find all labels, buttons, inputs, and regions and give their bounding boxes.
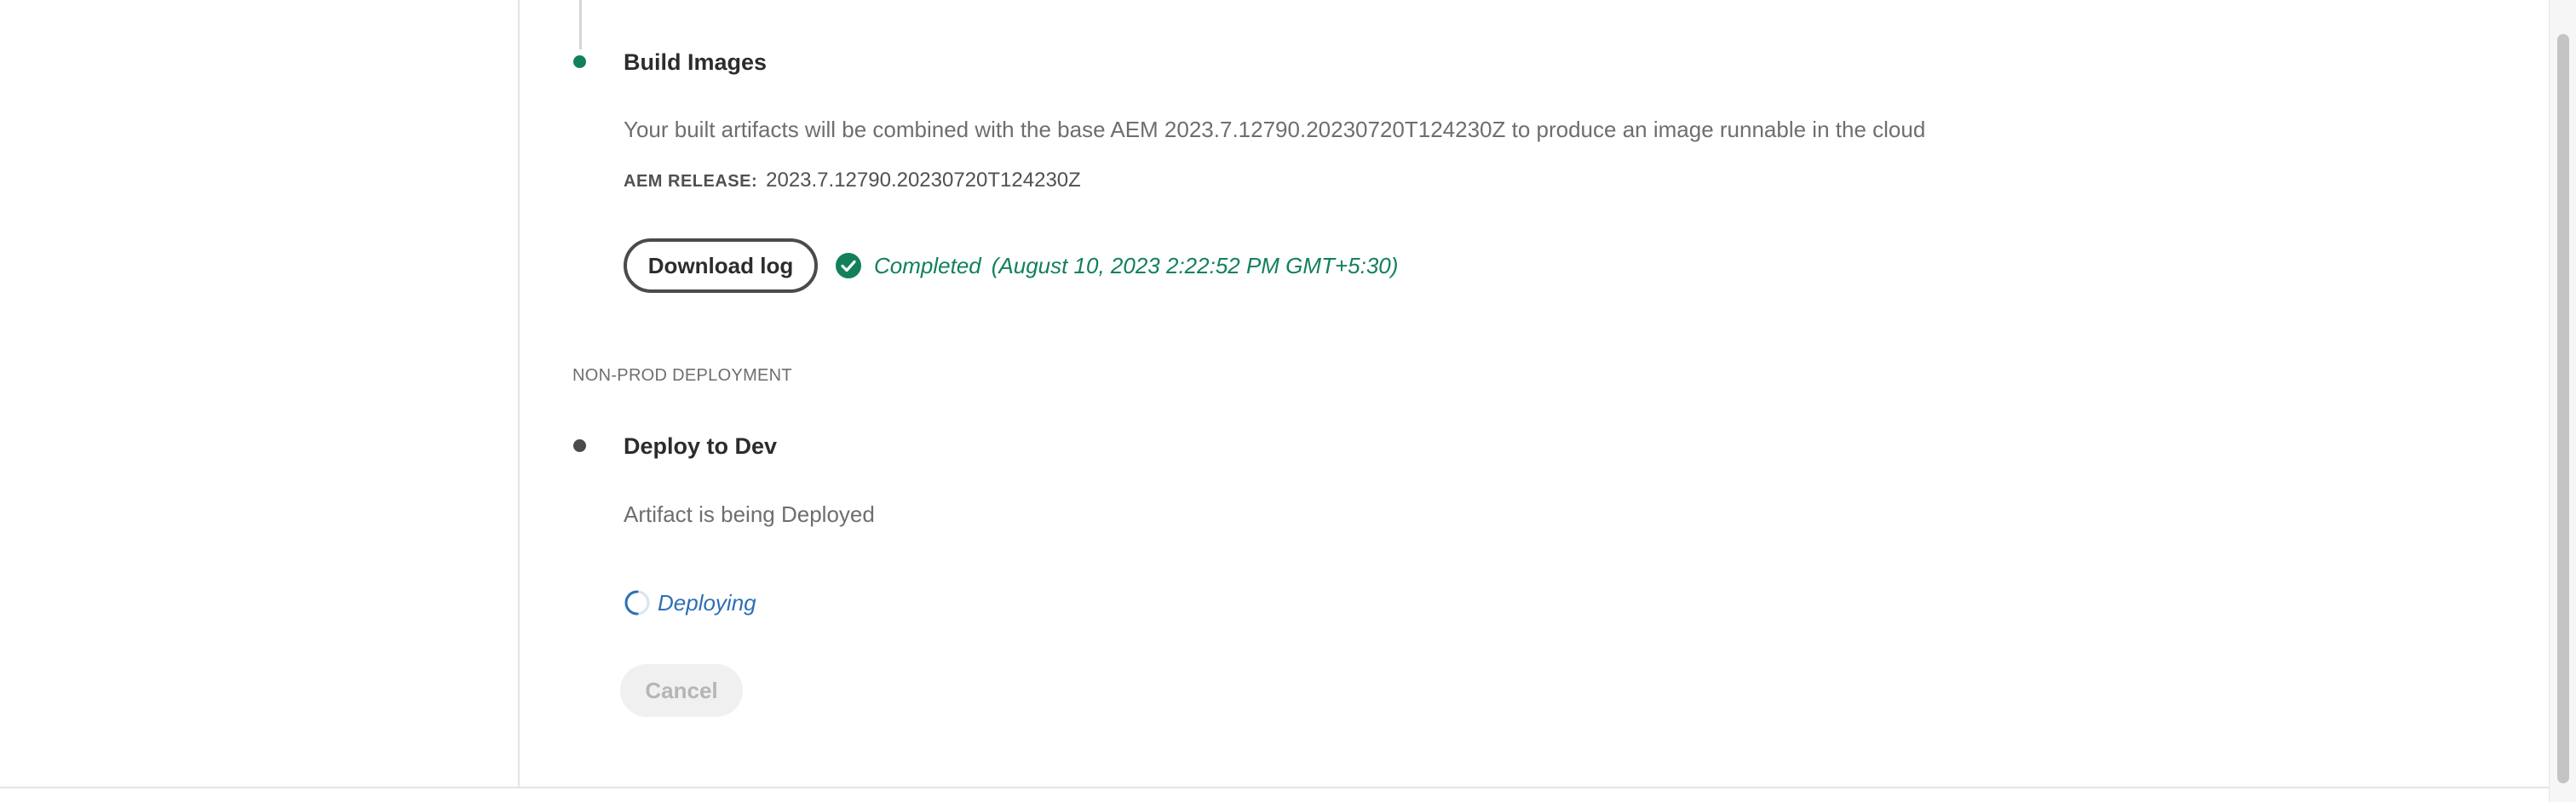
build-images-description: Your built artifacts will be combined wi… — [624, 117, 1926, 142]
pipeline-steps: Build Images Your built artifacts will b… — [520, 0, 2549, 787]
step-status-dot-running — [573, 439, 586, 452]
vertical-scrollbar[interactable] — [2549, 0, 2576, 802]
build-status-time: (August 10, 2023 2:22:52 PM GMT+5:30) — [991, 252, 1399, 278]
cancel-button[interactable]: Cancel — [620, 664, 743, 717]
deploy-to-dev-title: Deploy to Dev — [624, 433, 778, 459]
non-prod-deployment-label: NON-PROD DEPLOYMENT — [572, 366, 792, 385]
deploy-to-dev-description: Artifact is being Deployed — [624, 501, 875, 527]
check-circle-icon — [835, 252, 862, 279]
build-status: Completed (August 10, 2023 2:22:52 PM GM… — [835, 252, 1398, 279]
deploy-status-text: Deploying — [658, 589, 756, 616]
aem-release-label: AEM RELEASE: — [624, 172, 758, 191]
scrollbar-thumb[interactable] — [2557, 34, 2569, 783]
step-status-dot-completed — [573, 55, 586, 68]
aem-release-value: 2023.7.12790.20230720T124230Z — [766, 169, 1081, 192]
bottom-divider — [0, 787, 2549, 788]
build-images-title: Build Images — [624, 49, 768, 75]
page: Build Images Your built artifacts will b… — [0, 0, 2576, 802]
spinner-icon — [624, 589, 651, 616]
left-panel — [0, 0, 520, 787]
download-log-button[interactable]: Download log — [624, 238, 818, 293]
timeline-line — [579, 0, 582, 49]
aem-release-row: AEM RELEASE: 2023.7.12790.20230720T12423… — [624, 169, 1081, 192]
deploy-status: Deploying — [624, 589, 756, 616]
build-status-text: Completed — [874, 252, 981, 278]
